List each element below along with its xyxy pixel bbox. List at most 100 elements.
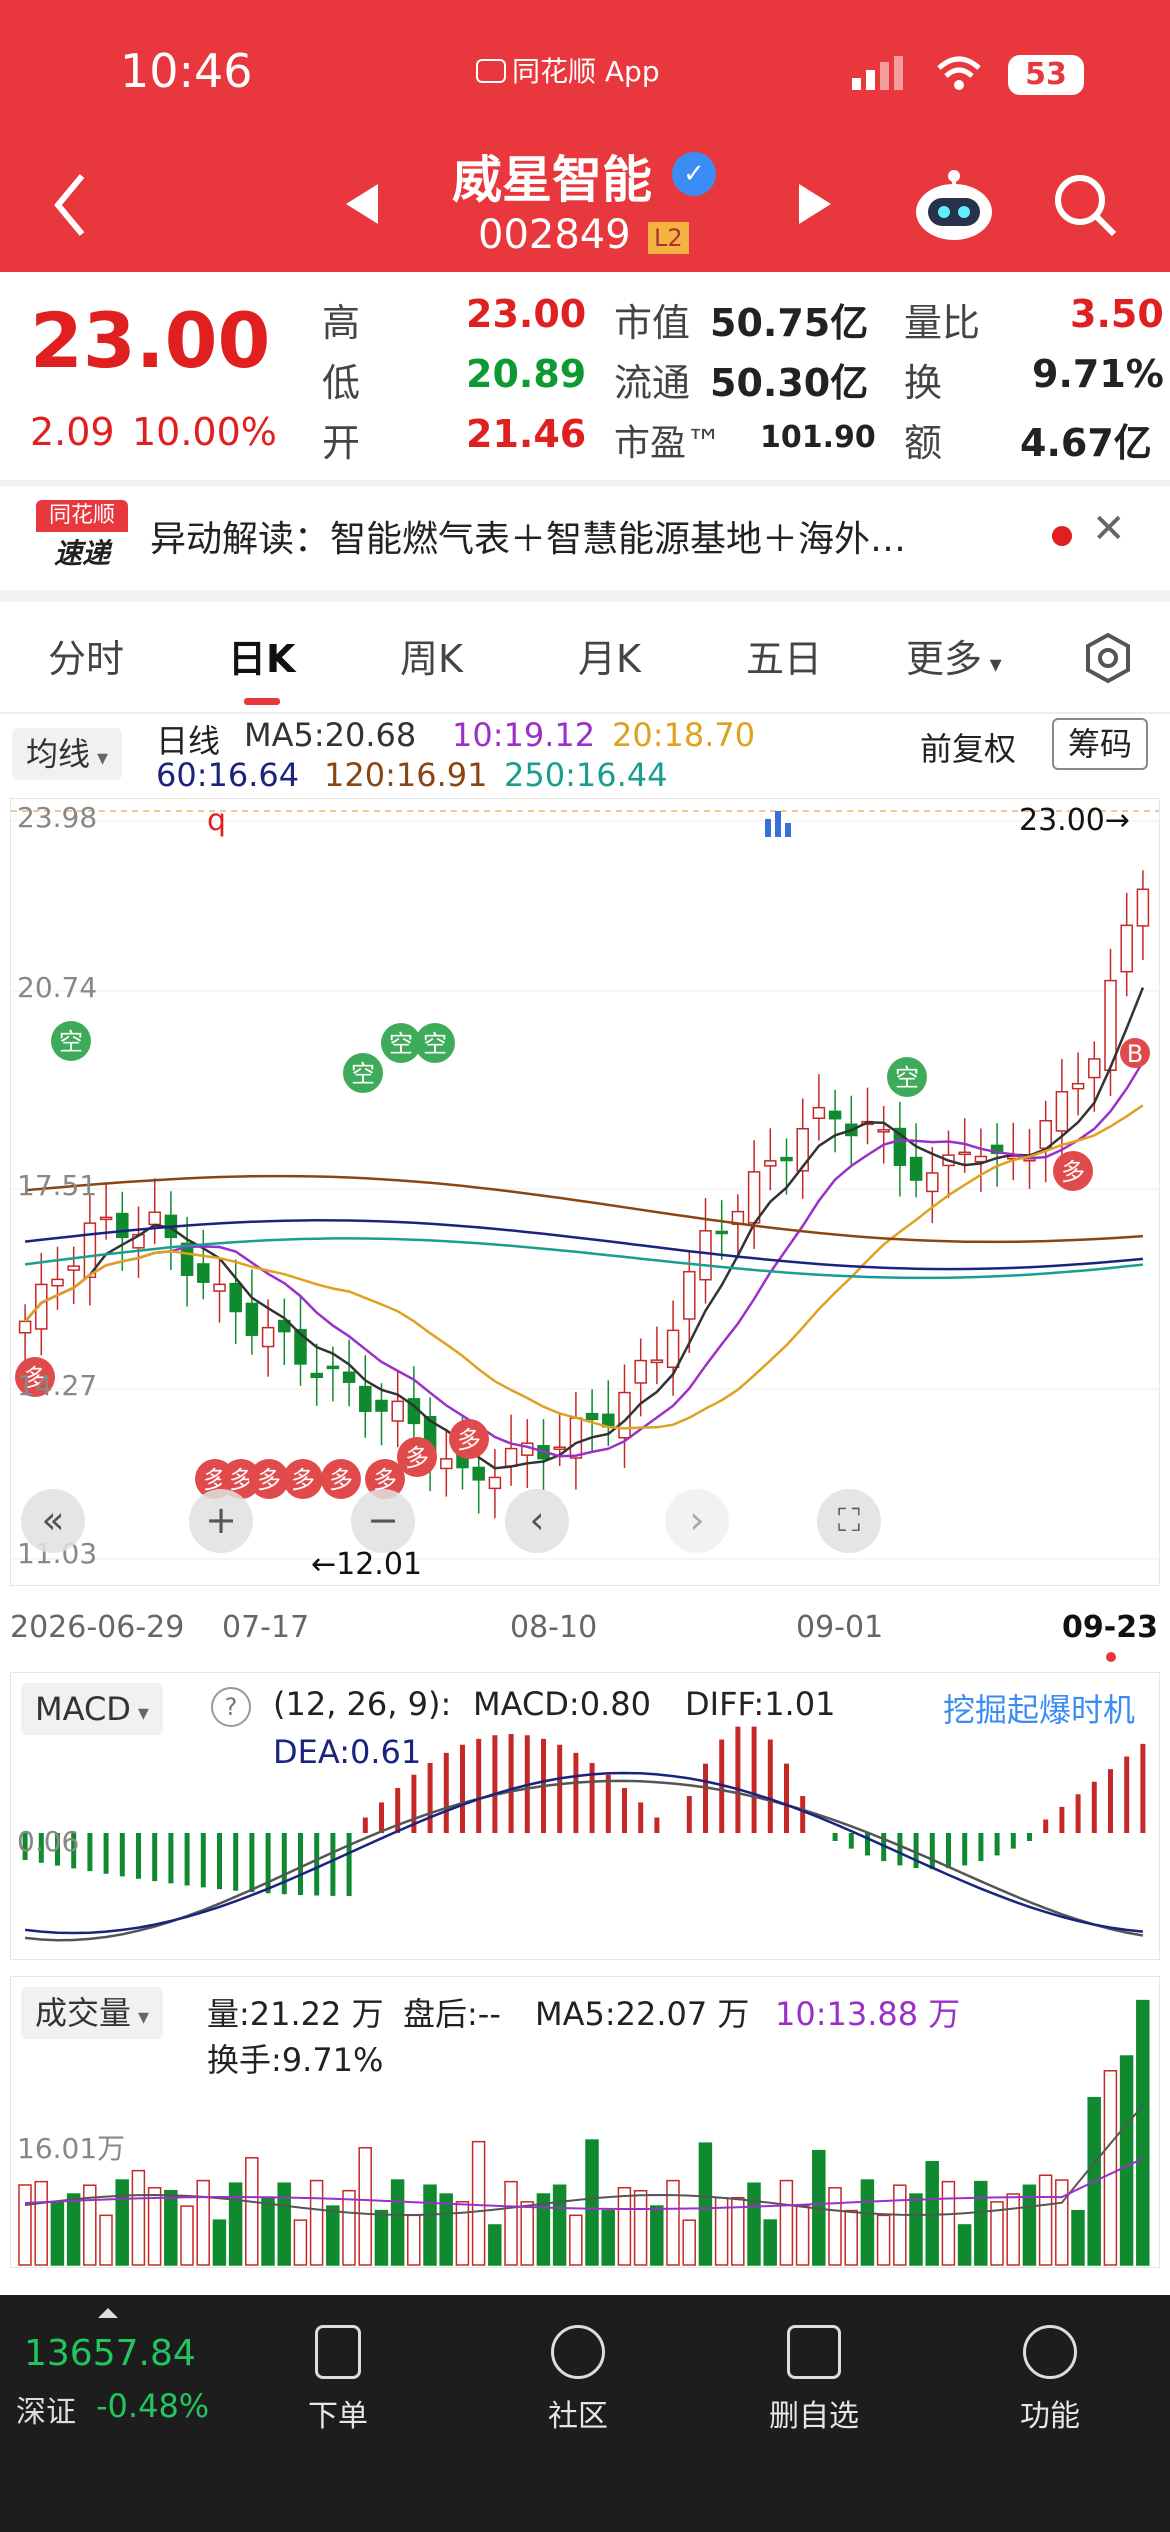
candle: [683, 1270, 696, 1320]
settings-hexagon-icon[interactable]: [1082, 632, 1134, 688]
chart-type-icon[interactable]: [763, 809, 793, 843]
macd-dropdown[interactable]: MACD: [21, 1683, 163, 1735]
nav-community[interactable]: 社区: [518, 2325, 638, 2435]
volume-bar: [180, 2205, 194, 2266]
stock-code: 002849: [478, 212, 631, 258]
volume-bar: [455, 2201, 470, 2266]
y-tick-3: 14.27: [17, 1369, 98, 1402]
close-icon[interactable]: ✕: [1092, 506, 1126, 552]
back-icon[interactable]: [50, 170, 90, 244]
next-stock-icon[interactable]: [795, 182, 835, 230]
rewind-icon[interactable]: «: [21, 1489, 85, 1553]
volume-bar: [585, 2139, 599, 2266]
turnover-label: 换: [904, 361, 943, 405]
volume-bar: [698, 2142, 713, 2266]
turnover-value: 9.71%: [1032, 352, 1164, 396]
volume-bar: [293, 2219, 308, 2266]
volume-dropdown[interactable]: 成交量: [21, 1987, 164, 2039]
vol-ratio-value: 3.50: [1070, 292, 1164, 336]
news-text[interactable]: 异动解读：智能燃气表＋智慧能源基地＋海外…: [150, 510, 906, 562]
volume-bar: [342, 2189, 356, 2266]
adjust-label[interactable]: 前复权: [920, 724, 1016, 770]
volume-bar: [390, 2179, 405, 2266]
macd-chart[interactable]: MACD ? (12, 26, 9): MACD:0.80 DIFF:1.01 …: [10, 1672, 1160, 1960]
candle: [67, 1265, 80, 1271]
volume-bar: [147, 2186, 162, 2266]
candle: [764, 1160, 777, 1167]
ma120-legend: 120:16.91: [324, 756, 488, 794]
prev-stock-icon[interactable]: [342, 182, 382, 230]
scroll-left-icon[interactable]: ‹: [505, 1489, 569, 1553]
volume-chart[interactable]: 成交量 量:21.22 万 盘后:-- MA5:22.07 万 10:13.88…: [10, 1976, 1160, 2268]
volume-bar: [860, 2179, 875, 2266]
promo-link[interactable]: 挖掘起爆时机: [943, 1685, 1135, 1731]
volume-bar: [66, 2193, 81, 2266]
robot-assistant-icon[interactable]: [912, 168, 996, 248]
volume-bar: [228, 2182, 243, 2266]
index-name: 深证: [16, 2395, 76, 2430]
volume-bar: [1006, 2193, 1020, 2266]
candle: [877, 1129, 890, 1133]
signal-buy-label: 多: [291, 1466, 315, 1494]
candle: [1039, 1119, 1052, 1149]
ma10-legend: 10:19.12: [452, 716, 596, 754]
fullscreen-icon[interactable]: ⛶: [817, 1489, 881, 1553]
volume-bar: [974, 2180, 988, 2266]
volume-bar: [261, 2197, 275, 2266]
open-label: 开: [322, 421, 361, 465]
index-value[interactable]: 13657.84: [24, 2333, 196, 2374]
volume-bar: [763, 2219, 777, 2266]
ma-dropdown[interactable]: 均线: [12, 728, 123, 780]
volume-bar: [309, 2179, 324, 2266]
volume-bar: [196, 2179, 210, 2266]
tab-monthly-k[interactable]: 月K: [578, 628, 641, 683]
volume-bar: [277, 2182, 291, 2266]
candle: [909, 1156, 923, 1181]
tab-weekly-k[interactable]: 周K: [400, 628, 463, 683]
mktcap-label: 市值: [614, 301, 691, 345]
current-price: 23.00: [30, 296, 271, 385]
volume-bar: [893, 2184, 907, 2266]
volume-bar: [844, 2209, 858, 2266]
status-time: 10:46: [120, 44, 253, 98]
x-tick-4: 09-23: [1062, 1610, 1158, 1645]
nav-order[interactable]: 下单: [278, 2325, 398, 2435]
candle: [504, 1447, 518, 1467]
ma250-legend: 250:16.44: [504, 756, 668, 794]
nav-functions[interactable]: 功能: [990, 2325, 1110, 2435]
candle: [1071, 1082, 1085, 1090]
volume-bar: [957, 2224, 972, 2266]
price-change: 2.09: [30, 410, 115, 454]
divider: [0, 480, 1170, 486]
help-icon[interactable]: ?: [211, 1687, 251, 1727]
volume-bar: [682, 2219, 696, 2266]
tab-intraday[interactable]: 分时: [48, 628, 124, 683]
tab-more[interactable]: 更多 ▾: [906, 628, 1002, 683]
ma5-legend: MA5:20.68: [244, 716, 417, 754]
y-tick-2: 17.51: [17, 1169, 98, 1202]
index-up-arrow-icon: [96, 2305, 120, 2324]
scroll-right-icon[interactable]: ›: [665, 1489, 729, 1553]
tab-daily-k[interactable]: 日K: [228, 628, 295, 683]
tab-five-day[interactable]: 五日: [746, 628, 822, 683]
search-icon[interactable]: [1052, 172, 1118, 242]
kline-chart[interactable]: 空空空空空多多多多多多多多多多B 23.98 20.74 17.51 14.27…: [10, 798, 1160, 1586]
wifi-icon: [935, 54, 983, 96]
zoom-in-icon[interactable]: +: [189, 1489, 253, 1553]
zoom-out-icon[interactable]: −: [351, 1489, 415, 1553]
chip-button[interactable]: 筹码: [1052, 718, 1149, 770]
nav-remove-watchlist[interactable]: 删自选: [754, 2325, 874, 2435]
candle: [585, 1412, 599, 1421]
volume-bar: [115, 2179, 129, 2266]
volume-bar: [941, 2180, 956, 2266]
candle: [747, 1171, 761, 1224]
candle: [812, 1106, 826, 1119]
divider: [0, 590, 1170, 602]
volume-bar: [504, 2180, 518, 2266]
volume-bar: [407, 2214, 421, 2266]
ma60-legend: 60:16.64: [156, 756, 300, 794]
amount-label: 额: [904, 421, 943, 465]
candle: [99, 1216, 113, 1221]
q-marker: q: [207, 803, 227, 838]
news-unread-dot: [1052, 526, 1072, 546]
